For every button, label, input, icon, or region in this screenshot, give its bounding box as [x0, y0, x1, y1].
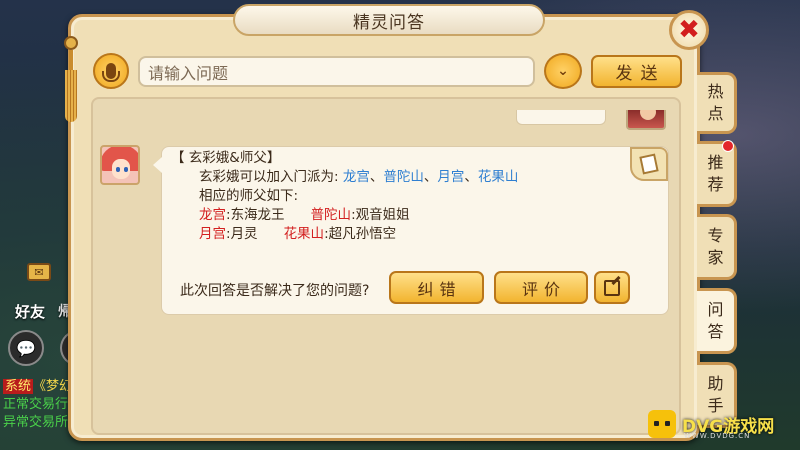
voice-input-button[interactable]: [93, 53, 129, 89]
chevron-down-icon: ⌄: [557, 63, 569, 79]
master-sect: 花果山: [283, 226, 325, 242]
tab-hot[interactable]: 热点: [697, 72, 737, 134]
book-icon[interactable]: [630, 147, 668, 181]
user-avatar: [626, 110, 666, 130]
close-button[interactable]: ✖: [669, 10, 709, 50]
tab-qa[interactable]: 问答: [697, 288, 737, 354]
question-input[interactable]: 请输入问题: [138, 56, 535, 87]
window-title: 精灵问答: [233, 4, 545, 36]
mail-icon[interactable]: ✉: [27, 263, 51, 281]
master-name: 东海龙王: [230, 207, 285, 223]
answer-heading: 【 玄彩娥&师父】: [171, 150, 281, 166]
chat-bubble-icon[interactable]: 💬: [8, 330, 44, 366]
close-icon: ✖: [678, 15, 700, 45]
window-title-text: 精灵问答: [353, 12, 425, 33]
gamepad-icon: [648, 410, 676, 438]
master-sect: 月宫: [199, 226, 226, 242]
history-dropdown-button[interactable]: ⌄: [544, 53, 582, 89]
send-button[interactable]: 发送: [591, 55, 682, 88]
separator: 、: [464, 169, 478, 185]
share-icon: [604, 279, 620, 296]
separator: 、: [423, 169, 438, 185]
answer-sects-line: 玄彩娥可以加入门派为: 龙宫、普陀山、月宫、花果山: [171, 168, 518, 187]
question-input-placeholder: 请输入问题: [148, 63, 229, 83]
rate-label: 评价: [521, 279, 566, 299]
correct-error-label: 纠错: [417, 279, 462, 299]
sect-link[interactable]: 花果山: [478, 169, 519, 185]
tab-label-char: 热点: [707, 82, 724, 123]
user-message-bubble: [516, 110, 606, 125]
master-name: 超凡孙悟空: [328, 226, 397, 242]
tassel-decoration: [64, 36, 78, 132]
chat-feed-text: 《梦幻: [33, 379, 73, 394]
notification-dot: [722, 140, 734, 152]
answer-masters-line: 月宫:月灵 花果山:超凡孙悟空: [171, 225, 518, 244]
answer-masters-line: 龙宫:东海龙王 普陀山:观音姐姐: [171, 206, 518, 225]
answer-masters-intro: 相应的师父如下:: [199, 188, 299, 204]
assistant-avatar: [100, 145, 140, 185]
tab-label-char: 问答: [707, 300, 724, 341]
send-button-label: 发送: [615, 64, 666, 84]
master-name: 月灵: [230, 226, 258, 242]
answer-intro: 玄彩娥可以加入门派为:: [199, 169, 339, 185]
feedback-question: 此次回答是否解决了您的问题?: [180, 283, 370, 299]
answer-text: 【 玄彩娥&师父】 玄彩娥可以加入门派为: 龙宫、普陀山、月宫、花果山 相应的师…: [171, 149, 518, 244]
tab-label-char: 专家: [707, 226, 724, 267]
sect-link[interactable]: 龙宫: [343, 169, 370, 185]
chat-channel-tag: 系统: [3, 379, 34, 394]
rate-button[interactable]: 评价: [494, 271, 588, 304]
correct-error-button[interactable]: 纠错: [389, 271, 484, 304]
friends-button[interactable]: 好友: [6, 282, 54, 322]
master-sect: 龙宫: [199, 207, 226, 223]
watermark: DVG游戏网 WWW.DVDG.CN: [648, 404, 798, 444]
tab-label-char: 推荐: [707, 153, 724, 194]
tab-expert[interactable]: 专家: [697, 214, 737, 280]
friends-label: 好友: [14, 303, 45, 321]
separator: 、: [369, 169, 384, 185]
share-button[interactable]: [594, 271, 630, 304]
master-name: 观音姐姐: [355, 207, 410, 223]
sect-link[interactable]: 月宫: [437, 169, 464, 185]
sect-link[interactable]: 普陀山: [383, 169, 424, 185]
microphone-icon: [102, 63, 120, 82]
master-sect: 普陀山: [310, 207, 352, 223]
watermark-url: WWW.DVDG.CN: [684, 432, 751, 440]
